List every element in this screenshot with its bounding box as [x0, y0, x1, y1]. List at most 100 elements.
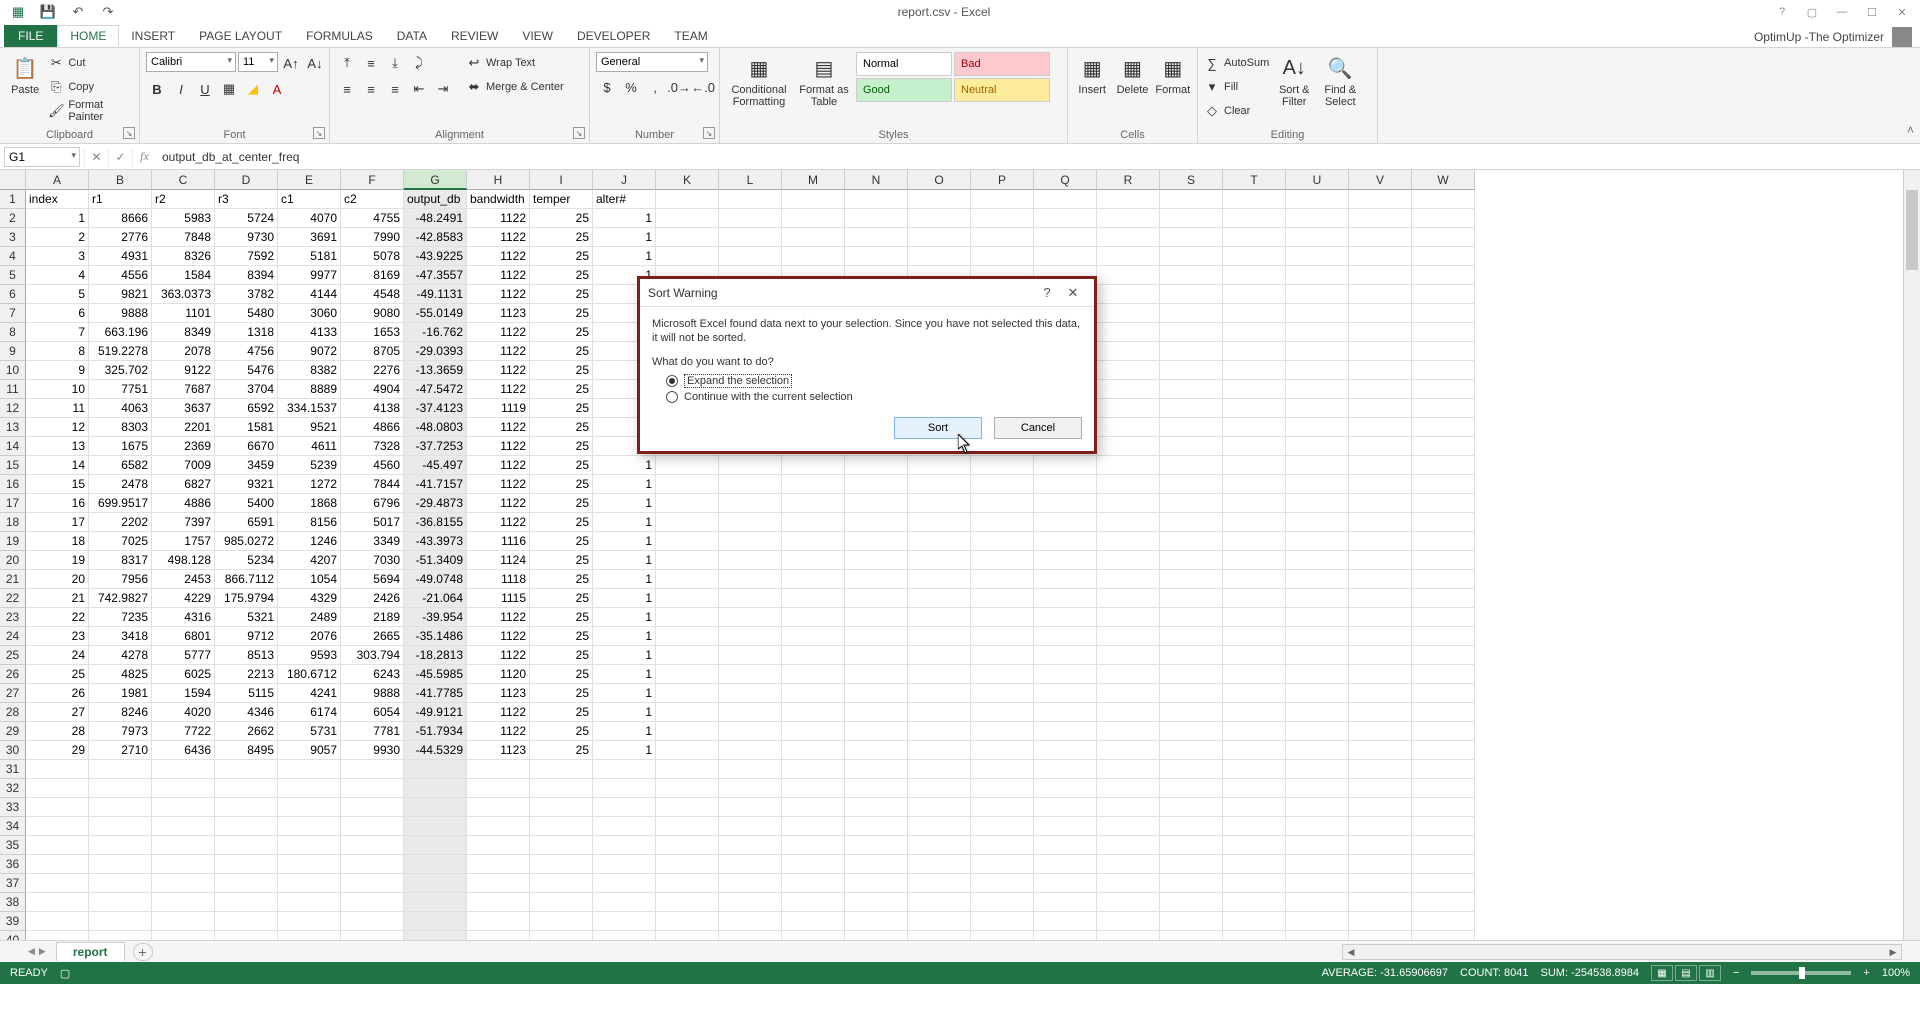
row-header[interactable]: 35 [0, 836, 26, 855]
cell[interactable] [1160, 285, 1223, 304]
cell[interactable] [908, 893, 971, 912]
cell[interactable] [1160, 931, 1223, 940]
cell[interactable] [1160, 684, 1223, 703]
cell[interactable] [908, 513, 971, 532]
cell[interactable]: 7397 [152, 513, 215, 532]
cell[interactable]: 8317 [89, 551, 152, 570]
font-color-button[interactable]: A [266, 78, 288, 100]
cell[interactable] [1034, 684, 1097, 703]
cell[interactable] [1349, 247, 1412, 266]
cell[interactable] [845, 570, 908, 589]
cell[interactable] [1223, 494, 1286, 513]
increase-indent-icon[interactable]: ⇥ [432, 78, 454, 100]
cell[interactable] [719, 456, 782, 475]
cell[interactable] [152, 760, 215, 779]
cell[interactable] [1286, 456, 1349, 475]
cell[interactable] [404, 836, 467, 855]
cell[interactable] [1034, 912, 1097, 931]
cell[interactable] [1097, 570, 1160, 589]
cell[interactable] [845, 741, 908, 760]
cell[interactable]: 4144 [278, 285, 341, 304]
cell[interactable] [908, 190, 971, 209]
cell[interactable] [1286, 399, 1349, 418]
cell[interactable]: 6 [26, 304, 89, 323]
cell[interactable] [1412, 209, 1475, 228]
cell[interactable] [1412, 703, 1475, 722]
cell[interactable]: 4346 [215, 703, 278, 722]
cell[interactable] [1412, 190, 1475, 209]
cell[interactable]: 3691 [278, 228, 341, 247]
delete-cells-button[interactable]: ▦Delete [1114, 52, 1150, 96]
cell[interactable] [1349, 437, 1412, 456]
cell[interactable] [719, 722, 782, 741]
cell[interactable] [341, 836, 404, 855]
cell[interactable] [1160, 779, 1223, 798]
cell[interactable] [1223, 361, 1286, 380]
cell[interactable] [152, 893, 215, 912]
cell[interactable] [908, 855, 971, 874]
sort-filter-button[interactable]: A↓Sort & Filter [1273, 52, 1315, 108]
cell[interactable]: 5234 [215, 551, 278, 570]
cell[interactable] [971, 608, 1034, 627]
cell[interactable]: 1122 [467, 722, 530, 741]
cell[interactable] [971, 779, 1034, 798]
cell[interactable] [1223, 437, 1286, 456]
cell[interactable] [782, 836, 845, 855]
cell[interactable] [1286, 855, 1349, 874]
cell[interactable] [782, 475, 845, 494]
cell[interactable] [1223, 722, 1286, 741]
cell[interactable] [530, 817, 593, 836]
cell[interactable]: 25 [530, 513, 593, 532]
cell[interactable]: 10 [26, 380, 89, 399]
cell[interactable] [1223, 570, 1286, 589]
cell[interactable]: 23 [26, 627, 89, 646]
cell[interactable]: 9072 [278, 342, 341, 361]
cell[interactable] [1412, 494, 1475, 513]
cell[interactable] [1349, 418, 1412, 437]
cell[interactable] [530, 855, 593, 874]
cell[interactable] [1097, 855, 1160, 874]
cell[interactable] [656, 513, 719, 532]
zoom-in-icon[interactable]: + [1863, 967, 1869, 979]
cell[interactable]: 1 [593, 494, 656, 513]
cell[interactable] [1223, 399, 1286, 418]
cell[interactable] [971, 190, 1034, 209]
cell[interactable]: 2426 [341, 589, 404, 608]
cell[interactable] [278, 779, 341, 798]
align-bottom-icon[interactable]: ⤓ [384, 52, 406, 74]
cell[interactable]: 4904 [341, 380, 404, 399]
column-header[interactable]: U [1286, 170, 1349, 190]
cell[interactable]: 8495 [215, 741, 278, 760]
cell[interactable]: 2 [26, 228, 89, 247]
cell[interactable]: 1 [593, 456, 656, 475]
cell[interactable] [26, 779, 89, 798]
cell[interactable]: 5724 [215, 209, 278, 228]
cell[interactable]: 1 [593, 589, 656, 608]
cell[interactable] [845, 855, 908, 874]
cell[interactable] [593, 893, 656, 912]
cell[interactable] [467, 912, 530, 931]
cell[interactable]: 25 [530, 475, 593, 494]
cell[interactable] [1349, 589, 1412, 608]
cell[interactable] [1286, 836, 1349, 855]
cell[interactable] [278, 836, 341, 855]
cell[interactable]: 1 [593, 608, 656, 627]
cell[interactable] [1412, 513, 1475, 532]
cell[interactable] [971, 589, 1034, 608]
cell[interactable]: bandwidth [467, 190, 530, 209]
cell[interactable] [1034, 190, 1097, 209]
cell[interactable]: 1 [593, 228, 656, 247]
cell[interactable] [26, 836, 89, 855]
cell[interactable]: 7973 [89, 722, 152, 741]
cell[interactable] [1097, 266, 1160, 285]
cell[interactable] [1160, 399, 1223, 418]
cell[interactable] [1160, 532, 1223, 551]
cell[interactable]: 1318 [215, 323, 278, 342]
cell[interactable]: 1 [593, 475, 656, 494]
cell[interactable] [1412, 304, 1475, 323]
cell[interactable]: 2213 [215, 665, 278, 684]
column-header[interactable]: H [467, 170, 530, 190]
cell[interactable] [782, 589, 845, 608]
cell[interactable] [1349, 722, 1412, 741]
cell[interactable] [1412, 722, 1475, 741]
